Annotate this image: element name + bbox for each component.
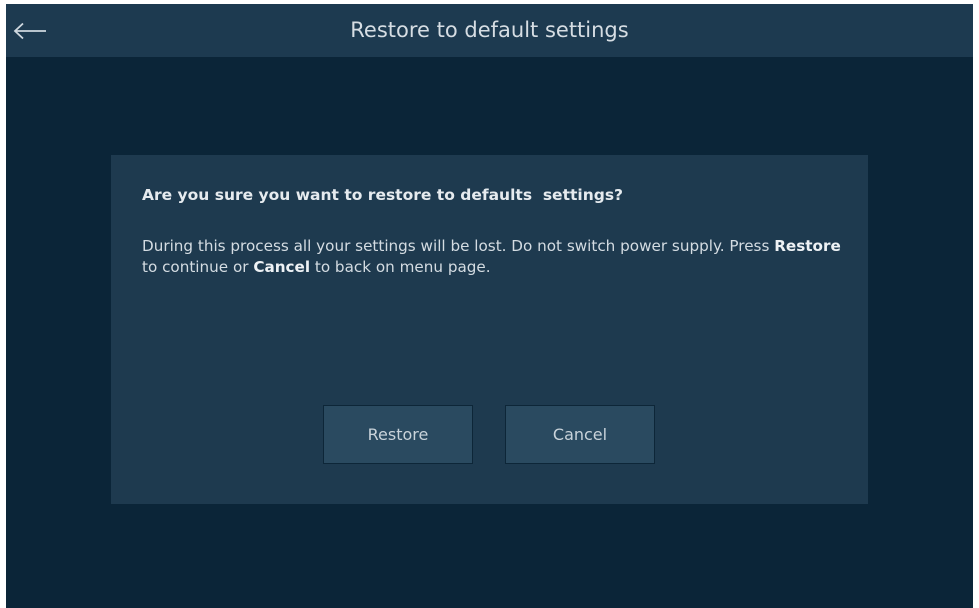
message-text-part2: to continue or xyxy=(142,258,254,276)
header-bar: Restore to default settings xyxy=(6,4,973,57)
restore-dialog: Are you sure you want to restore to defa… xyxy=(111,155,868,504)
message-cancel-word: Cancel xyxy=(253,258,311,276)
message-text-part3: to back on menu page. xyxy=(310,258,491,276)
screen: Restore to default settings Are you sure… xyxy=(6,4,973,608)
message-text-part1: During this process all your settings wi… xyxy=(142,237,775,255)
back-button[interactable] xyxy=(10,12,50,50)
restore-button[interactable]: Restore xyxy=(323,405,473,464)
page-title: Restore to default settings xyxy=(350,18,629,42)
arrow-left-icon xyxy=(13,22,46,40)
dialog-question: Are you sure you want to restore to defa… xyxy=(142,186,624,204)
dialog-message: During this process all your settings wi… xyxy=(142,236,842,278)
message-restore-word: Restore xyxy=(774,237,841,255)
cancel-button[interactable]: Cancel xyxy=(505,405,655,464)
